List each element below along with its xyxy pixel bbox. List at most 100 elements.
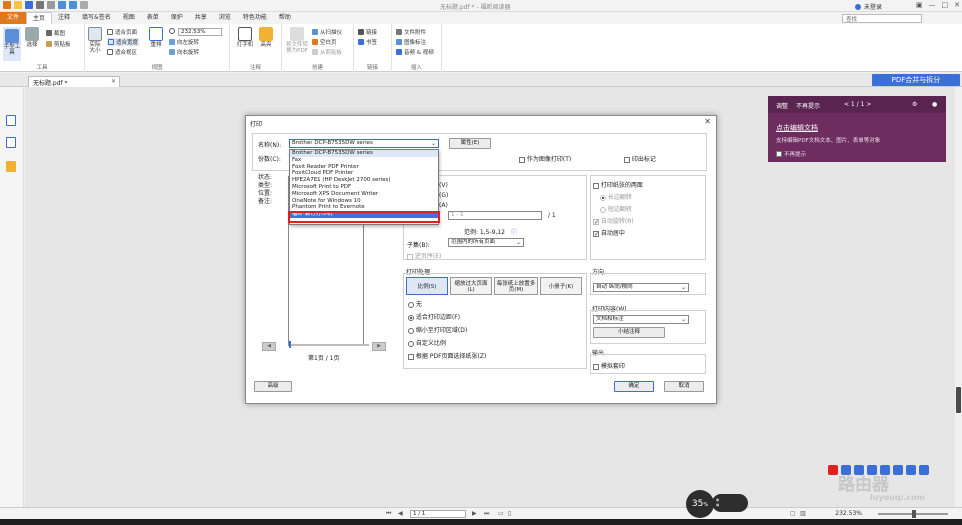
printer-option[interactable]: HPE2A7E1 (HP DeskJet 2700 series) xyxy=(290,177,438,184)
reflow-button[interactable]: 重排 xyxy=(149,27,163,48)
zoom-slider-knob[interactable] xyxy=(912,510,916,518)
duplex-box[interactable] xyxy=(593,182,599,189)
subset-select[interactable]: 范围内的所有页面 ⌄ xyxy=(448,238,524,247)
highlight-button[interactable]: 高亮 xyxy=(258,27,274,48)
edit-tip-pager[interactable]: < 1 / 1 > xyxy=(844,101,871,108)
advanced-button[interactable]: 高级 xyxy=(254,381,292,392)
hand-icon[interactable] xyxy=(80,1,88,9)
single-page-icon[interactable]: ▢ xyxy=(790,510,796,517)
info-icon[interactable]: ⓘ xyxy=(511,229,517,236)
ime-logo-icon[interactable] xyxy=(828,465,838,475)
print-icon[interactable] xyxy=(36,1,44,9)
search-input[interactable]: 查找 xyxy=(842,14,922,23)
menu-home[interactable]: 主页 xyxy=(26,12,53,24)
audio-video-button[interactable]: 音频 & 视频 xyxy=(396,48,434,56)
page-number-input[interactable]: 1 / 1 xyxy=(410,510,466,518)
reverse-order-checkbox[interactable]: 逆页序(E) xyxy=(407,251,441,260)
link-button[interactable]: 链接 xyxy=(358,28,377,36)
choose-paper-box[interactable] xyxy=(408,353,414,360)
edit-tip-tab-adjust[interactable]: 调整 xyxy=(776,101,788,110)
duplex-checkbox[interactable]: 打印纸张的两面 xyxy=(593,180,643,189)
zoom-input[interactable]: 232.53% xyxy=(178,28,222,36)
summary-comments-button[interactable]: 小结注释 xyxy=(593,327,665,338)
page-view-icon[interactable]: ▭ xyxy=(498,510,504,517)
print-marks-box[interactable] xyxy=(624,156,630,163)
long-edge-radio[interactable]: 长边翻转 xyxy=(600,192,632,201)
clipboard-button[interactable]: 剪贴板 xyxy=(46,40,71,48)
custom-scale-radio[interactable]: 自定义比例 xyxy=(408,338,446,347)
image-annot-button[interactable]: 图像标注 xyxy=(396,38,426,46)
auto-rotate-box[interactable] xyxy=(593,218,599,225)
save-icon[interactable] xyxy=(25,1,33,9)
printer-option[interactable]: FoxitCloud PDF Printer xyxy=(290,170,438,177)
edit-tip-tab-noremind[interactable]: 不再提示 xyxy=(796,101,820,110)
multi-page-button[interactable]: 每张纸上放置多页(M) xyxy=(494,277,538,295)
printer-option[interactable]: Fax xyxy=(290,157,438,164)
booklet-button[interactable]: 小册子(K) xyxy=(540,277,582,295)
rotate-left-button[interactable]: 向左旋转 xyxy=(169,38,199,46)
from-clipboard-button[interactable]: 从剪贴板 xyxy=(312,48,342,56)
actual-size-button[interactable]: 实际大小 xyxy=(87,27,103,54)
close-icon[interactable]: ✕ xyxy=(954,1,960,9)
printer-option[interactable]: Microsoft XPS Document Writer xyxy=(290,191,438,198)
auto-center-checkbox[interactable]: 自动居中 xyxy=(593,228,625,237)
new-icon[interactable] xyxy=(47,1,55,9)
content-select[interactable]: 文档和标注 ⌄ xyxy=(593,315,689,324)
menu-features[interactable]: 特色功能 xyxy=(237,12,273,24)
menu-share[interactable]: 共享 xyxy=(189,12,213,24)
simulate-overprint-checkbox[interactable]: 模拟套印 xyxy=(593,361,625,370)
continuous-page-icon[interactable]: ▥ xyxy=(800,510,806,517)
preview-prev-button[interactable]: ◀ xyxy=(262,342,276,351)
cancel-button[interactable]: 取消 xyxy=(664,381,704,392)
tab-close-icon[interactable]: ✕ xyxy=(111,78,116,85)
menu-comment[interactable]: 注释 xyxy=(52,12,76,24)
fit-visible-button[interactable]: 适合视区 xyxy=(107,48,137,56)
custom-scale-dot[interactable] xyxy=(408,340,414,347)
printer-option[interactable]: Brother DCP-B7535DW series xyxy=(290,150,438,157)
no-remind-box[interactable] xyxy=(776,151,782,157)
range-option-all[interactable]: (A) xyxy=(439,202,448,209)
range-option-pages[interactable]: (G) xyxy=(439,192,448,199)
prev-page-icon[interactable]: ◀ xyxy=(398,510,403,517)
tile-large-button[interactable]: 缩放过大页面(L) xyxy=(450,277,492,295)
printer-select[interactable]: Brother DCP-B7535DW series ⌄ xyxy=(289,139,439,148)
next-page-icon[interactable]: ▶ xyxy=(472,510,477,517)
auto-rotate-checkbox[interactable]: 自动旋转(R) xyxy=(593,216,634,225)
login-area[interactable]: 未登录 xyxy=(854,2,882,11)
range-option-current[interactable]: (V) xyxy=(439,182,448,189)
menu-file[interactable]: 文件 xyxy=(0,12,27,24)
bookmark-panel-icon[interactable] xyxy=(6,137,16,148)
auto-center-box[interactable] xyxy=(593,230,599,237)
select-button[interactable]: 选择 xyxy=(24,27,40,48)
fit-page-button[interactable]: 适合页面 xyxy=(107,28,137,36)
preview-slider[interactable] xyxy=(289,341,369,348)
preview-next-button[interactable]: ▶ xyxy=(372,342,386,351)
ok-button[interactable]: 确定 xyxy=(614,381,654,392)
vertical-scrollbar[interactable] xyxy=(955,87,962,515)
hand-tool-button[interactable]: 手型工具 xyxy=(3,27,21,61)
open-icon[interactable] xyxy=(14,1,22,9)
typewriter-button[interactable]: 打字机 xyxy=(236,27,254,48)
print-as-image-checkbox[interactable]: 作为图像打印(T) xyxy=(519,154,571,163)
menu-protect[interactable]: 保护 xyxy=(165,12,189,24)
menu-form[interactable]: 表单 xyxy=(141,12,165,24)
page-range-input[interactable]: 1 - 1 xyxy=(448,211,542,220)
orientation-select[interactable]: 自动 纵向/横向 ⌄ xyxy=(593,283,689,292)
print-marks-checkbox[interactable]: 印出标记 xyxy=(624,154,656,163)
no-remind-checkbox[interactable]: 不再提示 xyxy=(776,150,806,158)
choose-paper-checkbox[interactable]: 根据 PDF页面选择纸张(Z) xyxy=(408,351,486,360)
fit-printable-radio[interactable]: 适合打印边距(F) xyxy=(408,312,460,321)
from-scanner-button[interactable]: 从扫描仪 xyxy=(312,28,342,36)
minimize-icon[interactable]: — xyxy=(929,1,936,9)
pdf-merge-split-button[interactable]: PDF合并与拆分 xyxy=(872,74,960,86)
simulate-overprint-box[interactable] xyxy=(593,363,599,370)
scale-none-dot[interactable] xyxy=(408,301,414,308)
bookmark-button[interactable]: 书签 xyxy=(358,38,377,46)
shrink-printable-radio[interactable]: 缩小至打印区域(D) xyxy=(408,325,467,334)
menu-fill-sign[interactable]: 填写&签名 xyxy=(76,12,117,24)
page-layout-icon[interactable]: ▯ xyxy=(508,510,511,517)
comment-panel-icon[interactable] xyxy=(6,161,16,172)
restore-icon[interactable]: ▣ xyxy=(916,1,923,9)
scale-none-radio[interactable]: 无 xyxy=(408,299,422,308)
scrollbar-thumb[interactable] xyxy=(956,387,961,413)
